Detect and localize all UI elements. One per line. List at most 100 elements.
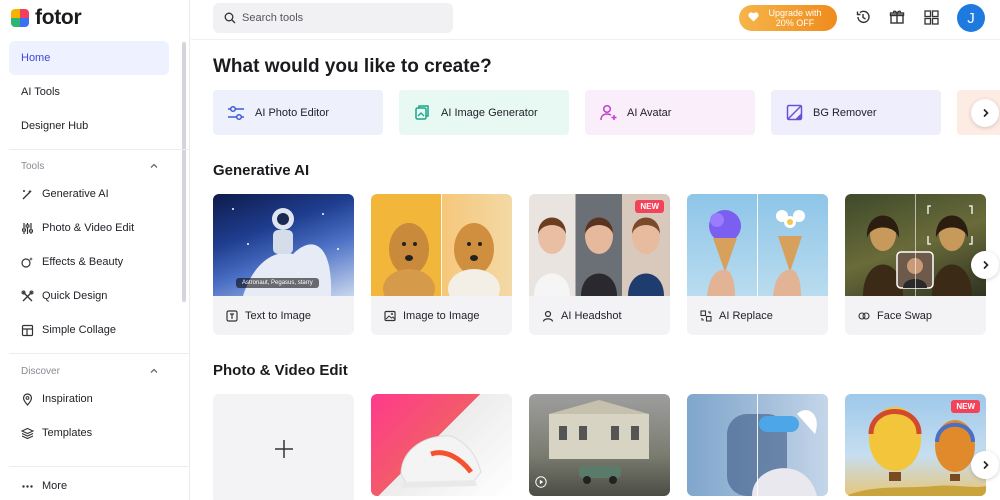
- generative-ai-heading: Generative AI: [213, 162, 310, 179]
- discover-section-title: Discover: [21, 365, 60, 377]
- sidebar-item-label: Photo & Video Edit: [42, 222, 135, 234]
- search-input[interactable]: Search tools: [213, 3, 453, 33]
- discover-section-header[interactable]: Discover: [9, 361, 159, 381]
- text-to-image-card[interactable]: Astronaut, Pegasus, starry Text to Image: [213, 194, 354, 335]
- card-thumbnail: NEW: [529, 194, 670, 296]
- sidebar-item-label: Home: [21, 52, 51, 64]
- more-dots-icon: [21, 480, 34, 493]
- card-label: AI Headshot: [561, 309, 622, 322]
- face-swap-icon: [857, 309, 870, 322]
- card-thumbnail: [687, 194, 828, 296]
- split-divider: [441, 194, 442, 296]
- sidebar: fotor Home AI Tools Designer Hub Tools G…: [0, 0, 190, 500]
- sidebar-item-simple-collage[interactable]: Simple Collage: [9, 313, 169, 347]
- bg-remover-button[interactable]: BG Remover: [771, 90, 941, 135]
- sidebar-item-label: Simple Collage: [42, 324, 116, 336]
- fotor-logo-icon: [11, 9, 29, 27]
- brand-name: fotor: [35, 6, 82, 29]
- photo-video-edit-heading: Photo & Video Edit: [213, 362, 348, 379]
- chevron-up-icon: [150, 368, 158, 373]
- sidebar-item-label: Generative AI: [42, 188, 109, 200]
- avatar[interactable]: J: [957, 4, 985, 32]
- sidebar-item-photo-video-edit[interactable]: Photo & Video Edit: [9, 211, 169, 245]
- sneaker-image: [400, 435, 482, 488]
- text-to-image-icon: [225, 309, 238, 322]
- sidebar-item-templates[interactable]: Templates: [9, 416, 169, 450]
- sidebar-item-label: AI Tools: [21, 86, 60, 98]
- upload-card[interactable]: [213, 394, 354, 500]
- chevron-right-icon: [982, 460, 989, 470]
- prompt-chip: Astronaut, Pegasus, starry: [236, 278, 319, 288]
- play-icon: [535, 476, 547, 488]
- heart-icon: [748, 9, 759, 27]
- face-swap-card[interactable]: Face Swap: [845, 194, 986, 335]
- quick-action-label: AI Photo Editor: [255, 106, 329, 119]
- layers-icon: [21, 427, 34, 440]
- upgrade-button[interactable]: Upgrade with 20% OFF: [739, 5, 837, 31]
- new-badge: NEW: [635, 200, 664, 213]
- split-divider: [757, 394, 758, 496]
- quick-action-label: AI Avatar: [627, 106, 672, 119]
- new-badge: NEW: [951, 400, 980, 413]
- collage-icon: [21, 324, 34, 337]
- sidebar-item-home[interactable]: Home: [9, 41, 169, 75]
- generative-next-button[interactable]: [971, 251, 999, 279]
- card-thumbnail: Astronaut, Pegasus, starry: [213, 194, 354, 296]
- replace-icon: [699, 309, 712, 322]
- quick-action-label: BG Remover: [813, 106, 877, 119]
- sliders-icon: [21, 222, 34, 235]
- ai-avatar-button[interactable]: AI Avatar: [585, 90, 755, 135]
- sidebar-item-label: Inspiration: [42, 393, 93, 405]
- logo[interactable]: fotor: [11, 6, 82, 29]
- sidebar-scrollbar[interactable]: [182, 42, 186, 302]
- sidebar-item-inspiration[interactable]: Inspiration: [9, 382, 169, 416]
- sidebar-item-effects-beauty[interactable]: Effects & Beauty: [9, 245, 169, 279]
- card-label: AI Replace: [719, 309, 773, 322]
- quick-action-label: AI Image Generator: [441, 106, 538, 119]
- chevron-right-icon: [982, 260, 989, 270]
- sidebar-item-quick-design[interactable]: Quick Design: [9, 279, 169, 313]
- ai-replace-card[interactable]: AI Replace: [687, 194, 828, 335]
- remove-bg-card[interactable]: [371, 394, 512, 496]
- upgrade-line1: Upgrade with: [768, 8, 822, 18]
- quick-actions-next-button[interactable]: [971, 99, 999, 127]
- split-divider: [757, 194, 758, 296]
- plus-icon: [274, 440, 293, 458]
- video-edit-card[interactable]: [529, 394, 670, 496]
- sidebar-item-ai-tools[interactable]: AI Tools: [9, 75, 169, 109]
- avatar-plus-icon: [599, 104, 617, 122]
- sidebar-item-label: Quick Design: [42, 290, 108, 302]
- sidebar-divider: [9, 353, 189, 354]
- tools-section-header[interactable]: Tools: [9, 156, 159, 176]
- quick-design-icon: [21, 290, 34, 303]
- pin-icon: [21, 392, 34, 406]
- sidebar-divider: [9, 149, 189, 150]
- search-icon: [224, 12, 236, 24]
- enhance-card[interactable]: NEW: [845, 394, 986, 496]
- topbar-divider: [191, 39, 1000, 40]
- tools-section-title: Tools: [21, 160, 45, 172]
- history-icon[interactable]: [854, 8, 872, 26]
- sidebar-item-more[interactable]: More: [9, 469, 169, 500]
- card-thumbnail: [529, 394, 670, 496]
- split-divider: [915, 194, 916, 296]
- sidebar-item-designer-hub[interactable]: Designer Hub: [9, 109, 169, 143]
- card-label: Face Swap: [877, 309, 933, 322]
- sidebar-divider: [9, 466, 189, 467]
- ai-photo-editor-button[interactable]: AI Photo Editor: [213, 90, 383, 135]
- card-thumbnail: [371, 394, 512, 496]
- page-title: What would you like to create?: [213, 56, 492, 77]
- image-to-image-card[interactable]: Image to Image: [371, 194, 512, 335]
- gift-icon[interactable]: [888, 8, 906, 26]
- blur-card[interactable]: [687, 394, 828, 496]
- card-label: Image to Image: [403, 309, 480, 322]
- card-thumbnail: NEW: [845, 394, 986, 496]
- ai-headshot-card[interactable]: NEW AI Headshot: [529, 194, 670, 335]
- ai-image-generator-button[interactable]: AI Image Generator: [399, 90, 569, 135]
- apps-grid-icon[interactable]: [922, 8, 940, 26]
- sidebar-item-label: Templates: [42, 427, 93, 439]
- photo-edit-next-button[interactable]: [971, 451, 999, 479]
- sidebar-item-generative-ai[interactable]: Generative AI: [9, 177, 169, 211]
- sidebar-item-label: More: [42, 480, 68, 492]
- effects-icon: [21, 256, 34, 269]
